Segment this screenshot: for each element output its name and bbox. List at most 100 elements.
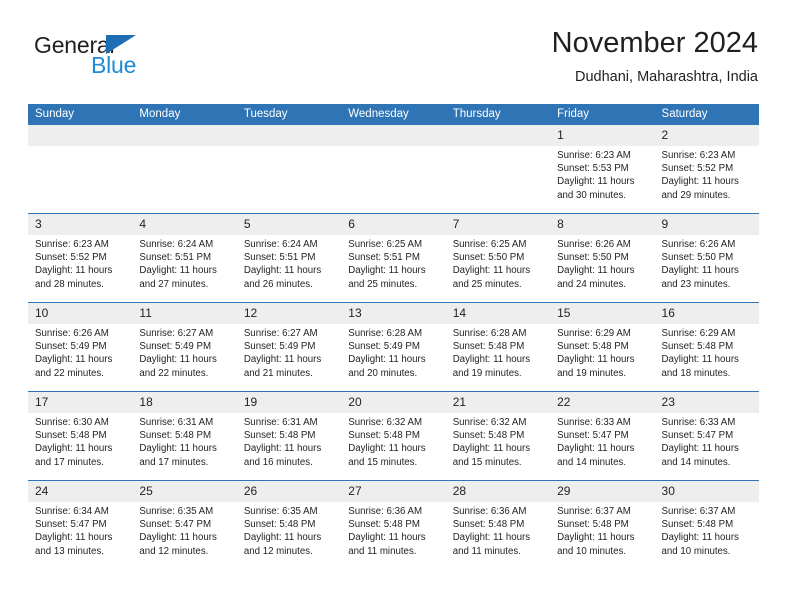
calendar-day-cell[interactable]: 18 Sunrise: 6:31 AM Sunset: 5:48 PM Dayligh…: [132, 391, 237, 481]
generalblue-logo[interactable]: General Blue: [34, 32, 244, 84]
calendar-day-cell[interactable]: 29 Sunrise: 6:37 AM Sunset: 5:48 PM Dayligh…: [550, 480, 655, 569]
sunrise-text: Sunrise: 6:36 AM: [452, 506, 527, 517]
calendar-day-cell[interactable]: 11 Sunrise: 6:27 AM Sunset: 5:49 PM Dayligh…: [132, 302, 237, 392]
day-info: Sunrise: 6:24 AM Sunset: 5:51 PM Daylight:…: [132, 235, 236, 291]
calendar-day-cell[interactable]: 13 Sunrise: 6:28 AM Sunset: 5:49 PM Dayligh…: [341, 302, 446, 392]
sunset-text: Sunset: 5:53 PM: [557, 163, 629, 175]
day-info: Sunrise: 6:36 AM Sunset: 5:48 PM Daylight:…: [446, 502, 550, 558]
sunset-text: Sunset: 5:52 PM: [661, 163, 734, 175]
sunrise-text: Sunrise: 6:26 AM: [35, 328, 109, 339]
sunrise-text: Sunrise: 6:23 AM: [35, 239, 109, 250]
daylight-text: Daylight: 11 hours and 28 minutes.: [35, 265, 113, 290]
sunrise-text: Sunrise: 6:31 AM: [139, 417, 214, 428]
sunset-text: Sunset: 5:51 PM: [348, 252, 420, 264]
daylight-text: Daylight: 11 hours and 14 minutes.: [557, 443, 635, 468]
daylight-text: Daylight: 11 hours and 15 minutes.: [348, 443, 426, 468]
calendar-day-cell[interactable]: 21 Sunrise: 6:32 AM Sunset: 5:48 PM Dayligh…: [445, 391, 551, 481]
daylight-text: Daylight: 11 hours and 17 minutes.: [35, 443, 113, 468]
daylight-text: Daylight: 11 hours and 11 minutes.: [348, 532, 426, 557]
calendar-day-cell[interactable]: 1 Sunrise: 6:23 AM Sunset: 5:53 PM Daylight…: [550, 125, 655, 214]
calendar-day-cell-empty: [445, 125, 551, 214]
day-info: Sunrise: 6:25 AM Sunset: 5:50 PM Daylight:…: [446, 235, 550, 291]
sunrise-text: Sunrise: 6:25 AM: [452, 239, 527, 250]
day-number: [28, 125, 133, 146]
sunset-text: Sunset: 5:48 PM: [139, 430, 212, 442]
calendar-day-cell[interactable]: 8 Sunrise: 6:26 AM Sunset: 5:50 PM Daylight…: [550, 213, 655, 303]
sunset-text: Sunset: 5:50 PM: [557, 252, 629, 264]
calendar-day-cell[interactable]: 15 Sunrise: 6:29 AM Sunset: 5:48 PM Dayligh…: [550, 302, 655, 392]
calendar-day-cell[interactable]: 16 Sunrise: 6:29 AM Sunset: 5:48 PM Dayligh…: [654, 302, 759, 392]
daylight-text: Daylight: 11 hours and 17 minutes.: [139, 443, 217, 468]
title-block: November 2024 Dudhani, Maharashtra, Indi…: [298, 26, 758, 87]
calendar-day-cell[interactable]: 17 Sunrise: 6:30 AM Sunset: 5:48 PM Dayligh…: [28, 391, 133, 481]
day-info: Sunrise: 6:25 AM Sunset: 5:51 PM Daylight:…: [341, 235, 445, 291]
calendar-day-cell[interactable]: 28 Sunrise: 6:36 AM Sunset: 5:48 PM Dayligh…: [445, 480, 551, 569]
day-info: Sunrise: 6:26 AM Sunset: 5:50 PM Daylight:…: [550, 235, 654, 291]
calendar-day-cell[interactable]: 25 Sunrise: 6:35 AM Sunset: 5:47 PM Dayligh…: [132, 480, 237, 569]
calendar-day-cell[interactable]: 26 Sunrise: 6:35 AM Sunset: 5:48 PM Dayligh…: [236, 480, 342, 569]
calendar-day-cell[interactable]: 3 Sunrise: 6:23 AM Sunset: 5:52 PM Daylight…: [28, 213, 133, 303]
calendar-day-cell[interactable]: 19 Sunrise: 6:31 AM Sunset: 5:48 PM Dayligh…: [236, 391, 342, 481]
daylight-text: Daylight: 11 hours and 20 minutes.: [348, 354, 426, 379]
sunrise-text: Sunrise: 6:35 AM: [243, 506, 318, 517]
day-number: [445, 125, 551, 146]
sunset-text: Sunset: 5:48 PM: [452, 341, 525, 353]
calendar-day-cell[interactable]: 5 Sunrise: 6:24 AM Sunset: 5:51 PM Daylight…: [236, 213, 342, 303]
day-info: Sunrise: 6:35 AM Sunset: 5:47 PM Daylight:…: [132, 502, 236, 558]
calendar-body: 1 Sunrise: 6:23 AM Sunset: 5:53 PM Daylight…: [28, 125, 759, 569]
calendar-week-row: 24 Sunrise: 6:34 AM Sunset: 5:47 PM Dayligh…: [28, 480, 759, 569]
sunset-text: Sunset: 5:48 PM: [661, 519, 734, 531]
calendar-day-cell[interactable]: 30 Sunrise: 6:37 AM Sunset: 5:48 PM Dayligh…: [654, 480, 759, 569]
sunset-text: Sunset: 5:48 PM: [452, 430, 525, 442]
daylight-text: Daylight: 11 hours and 27 minutes.: [139, 265, 217, 290]
sunrise-text: Sunrise: 6:29 AM: [661, 328, 736, 339]
sunrise-text: Sunrise: 6:33 AM: [661, 417, 736, 428]
calendar-day-cell[interactable]: 2 Sunrise: 6:23 AM Sunset: 5:52 PM Daylight…: [654, 125, 759, 214]
sunrise-text: Sunrise: 6:27 AM: [139, 328, 214, 339]
day-info: Sunrise: 6:33 AM Sunset: 5:47 PM Daylight:…: [550, 413, 654, 469]
calendar-day-cell[interactable]: 10 Sunrise: 6:26 AM Sunset: 5:49 PM Dayligh…: [28, 302, 133, 392]
day-info: Sunrise: 6:37 AM Sunset: 5:48 PM Daylight:…: [550, 502, 654, 558]
calendar-day-cell[interactable]: 7 Sunrise: 6:25 AM Sunset: 5:50 PM Daylight…: [445, 213, 551, 303]
day-number: 6: [341, 214, 446, 235]
daylight-text: Daylight: 11 hours and 16 minutes.: [243, 443, 322, 468]
daylight-text: Daylight: 11 hours and 30 minutes.: [557, 176, 635, 201]
calendar-day-cell[interactable]: 24 Sunrise: 6:34 AM Sunset: 5:47 PM Dayligh…: [28, 480, 133, 569]
sunrise-text: Sunrise: 6:23 AM: [661, 150, 736, 161]
day-number: 23: [654, 392, 759, 413]
day-number: 3: [28, 214, 133, 235]
day-number: 8: [550, 214, 655, 235]
calendar-day-cell[interactable]: 20 Sunrise: 6:32 AM Sunset: 5:48 PM Dayligh…: [341, 391, 446, 481]
sunrise-text: Sunrise: 6:28 AM: [452, 328, 527, 339]
weekday-header-monday: Monday: [132, 104, 237, 125]
daylight-text: Daylight: 11 hours and 29 minutes.: [661, 176, 739, 201]
day-info: Sunrise: 6:30 AM Sunset: 5:48 PM Daylight:…: [28, 413, 132, 469]
calendar-week-row: 17 Sunrise: 6:30 AM Sunset: 5:48 PM Dayligh…: [28, 391, 759, 481]
calendar-day-cell[interactable]: 6 Sunrise: 6:25 AM Sunset: 5:51 PM Daylight…: [341, 213, 446, 303]
sunset-text: Sunset: 5:49 PM: [243, 341, 316, 353]
day-number: 17: [28, 392, 133, 413]
daylight-text: Daylight: 11 hours and 25 minutes.: [452, 265, 531, 290]
sunrise-text: Sunrise: 6:32 AM: [452, 417, 527, 428]
calendar-day-cell[interactable]: 27 Sunrise: 6:36 AM Sunset: 5:48 PM Dayligh…: [341, 480, 446, 569]
sunrise-text: Sunrise: 6:31 AM: [243, 417, 318, 428]
sunrise-text: Sunrise: 6:30 AM: [35, 417, 109, 428]
sunrise-text: Sunrise: 6:32 AM: [348, 417, 423, 428]
day-number: 11: [132, 303, 237, 324]
calendar-day-cell[interactable]: 23 Sunrise: 6:33 AM Sunset: 5:47 PM Dayligh…: [654, 391, 759, 481]
day-info: Sunrise: 6:29 AM Sunset: 5:48 PM Daylight:…: [550, 324, 654, 380]
sunset-text: Sunset: 5:48 PM: [348, 519, 420, 531]
day-number: 26: [236, 481, 342, 502]
calendar-day-cell[interactable]: 14 Sunrise: 6:28 AM Sunset: 5:48 PM Dayligh…: [445, 302, 551, 392]
calendar-day-cell[interactable]: 22 Sunrise: 6:33 AM Sunset: 5:47 PM Dayligh…: [550, 391, 655, 481]
calendar-day-cell[interactable]: 4 Sunrise: 6:24 AM Sunset: 5:51 PM Daylight…: [132, 213, 237, 303]
calendar-day-cell[interactable]: 12 Sunrise: 6:27 AM Sunset: 5:49 PM Dayligh…: [236, 302, 342, 392]
calendar-day-cell[interactable]: 9 Sunrise: 6:26 AM Sunset: 5:50 PM Daylight…: [654, 213, 759, 303]
day-info: Sunrise: 6:24 AM Sunset: 5:51 PM Daylight:…: [237, 235, 341, 291]
calendar-week-row: 10 Sunrise: 6:26 AM Sunset: 5:49 PM Dayligh…: [28, 302, 759, 392]
daylight-text: Daylight: 11 hours and 12 minutes.: [139, 532, 217, 557]
sunrise-text: Sunrise: 6:29 AM: [557, 328, 631, 339]
sunrise-text: Sunrise: 6:27 AM: [243, 328, 318, 339]
sunrise-text: Sunrise: 6:34 AM: [35, 506, 109, 517]
location-subtitle: Dudhani, Maharashtra, India: [575, 69, 758, 85]
